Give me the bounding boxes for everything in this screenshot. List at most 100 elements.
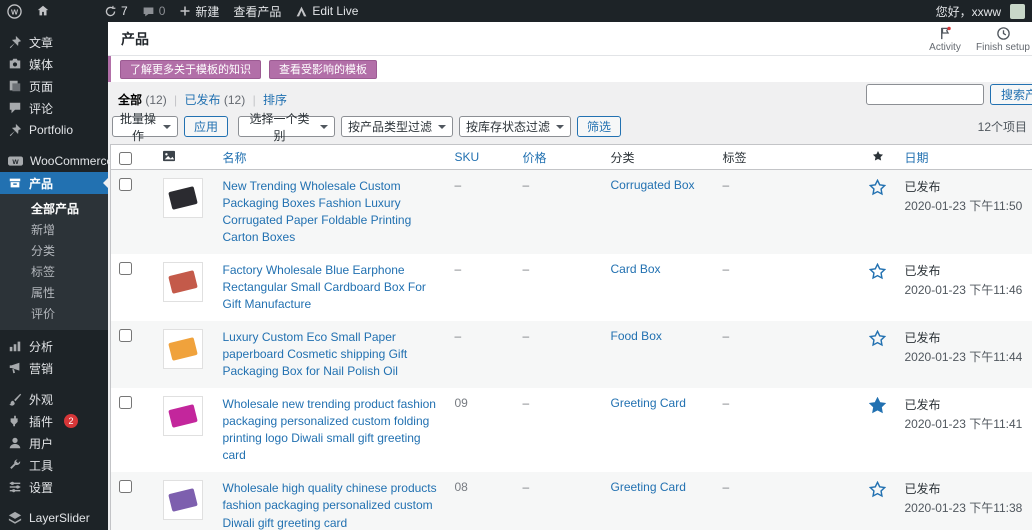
sidebar-item-label: 产品 <box>29 175 53 192</box>
bar-chart-icon <box>8 339 22 353</box>
search-input[interactable] <box>866 84 984 105</box>
learn-more-templates-button[interactable]: 了解更多关于模板的知识 <box>120 60 261 79</box>
sidebar-item-label: 页面 <box>29 78 53 95</box>
featured-star-toggle[interactable] <box>869 263 886 283</box>
sidebar-item-woocommerce[interactable]: W WooCommerce <box>0 150 108 172</box>
row-checkbox[interactable] <box>119 329 132 342</box>
sidebar-item-media[interactable]: 媒体 <box>0 53 108 75</box>
table-row: Wholesale new trending product fashion p… <box>111 388 1032 472</box>
product-title-link[interactable]: Wholesale high quality chinese products … <box>223 480 447 530</box>
date-text: 2020-01-23 下午11:50 <box>905 197 1029 214</box>
sidebar-item-label: 设置 <box>29 479 53 496</box>
category-filter-select[interactable]: 选择一个类别 <box>238 116 335 137</box>
view-all-link[interactable]: 全部 <box>118 93 142 107</box>
product-thumbnail[interactable] <box>163 329 203 369</box>
price-cell: – <box>519 472 607 530</box>
status-text: 已发布 <box>905 396 1029 413</box>
sort-by-sku-header[interactable]: SKU <box>455 150 480 164</box>
category-link[interactable]: Corrugated Box <box>611 178 695 192</box>
view-affected-templates-button[interactable]: 查看受影响的模板 <box>269 60 377 79</box>
edit-live-menu[interactable]: Edit Live <box>288 0 365 22</box>
product-thumbnail[interactable] <box>163 480 203 520</box>
category-link[interactable]: Food Box <box>611 329 662 343</box>
apply-button[interactable]: 应用 <box>184 116 228 137</box>
my-account-menu[interactable]: 您好，xxww <box>929 0 1032 22</box>
status-text: 已发布 <box>905 329 1029 346</box>
row-checkbox[interactable] <box>119 396 132 409</box>
row-checkbox[interactable] <box>119 262 132 275</box>
sidebar-item-layerslider[interactable]: LayerSlider <box>0 507 108 529</box>
sidebar-item-portfolio[interactable]: Portfolio <box>0 119 108 141</box>
submenu-categories[interactable]: 分类 <box>0 240 108 261</box>
product-title-link[interactable]: Factory Wholesale Blue Earphone Rectangu… <box>223 262 447 313</box>
featured-star-toggle[interactable] <box>869 179 886 199</box>
sidebar-item-analytics[interactable]: 分析 <box>0 335 108 357</box>
category-link[interactable]: Card Box <box>611 262 661 276</box>
stock-status-filter-select[interactable]: 按库存状态过滤 <box>459 116 571 137</box>
sidebar-item-comments[interactable]: 评论 <box>0 97 108 119</box>
activity-panel-tab[interactable]: Activity <box>916 24 974 53</box>
bulk-actions-select[interactable]: 批量操作 <box>112 116 178 137</box>
submenu-all-products[interactable]: 全部产品 <box>0 198 108 219</box>
row-checkbox[interactable] <box>119 480 132 493</box>
submenu-reviews[interactable]: 评价 <box>0 303 108 324</box>
sidebar-item-appearance[interactable]: 外观 <box>0 388 108 410</box>
sidebar-item-plugins[interactable]: 插件 2 <box>0 410 108 432</box>
item-count: 12个项目 <box>978 118 1031 135</box>
product-thumbnail[interactable] <box>163 262 203 302</box>
filter-button[interactable]: 筛选 <box>577 116 621 137</box>
view-product-menu[interactable]: 查看产品 <box>226 0 288 22</box>
edit-live-label: Edit Live <box>312 4 358 18</box>
status-text: 已发布 <box>905 480 1029 497</box>
chevron-down-icon <box>438 125 446 133</box>
category-link[interactable]: Greeting Card <box>611 480 686 494</box>
sidebar-item-posts[interactable]: 文章 <box>0 31 108 53</box>
sidebar-item-pages[interactable]: 页面 <box>0 75 108 97</box>
view-published-link[interactable]: 已发布 <box>185 93 221 107</box>
sidebar-item-marketing[interactable]: 营销 <box>0 357 108 379</box>
submenu-tags[interactable]: 标签 <box>0 261 108 282</box>
row-checkbox[interactable] <box>119 178 132 191</box>
product-title-link[interactable]: New Trending Wholesale Custom Packaging … <box>223 178 447 246</box>
product-type-filter-select[interactable]: 按产品类型过滤 <box>341 116 453 137</box>
select-all-checkbox[interactable] <box>119 152 132 165</box>
search-products-button[interactable]: 搜索产品 <box>990 84 1032 105</box>
product-image <box>168 489 198 513</box>
featured-star-toggle[interactable] <box>869 330 886 350</box>
finish-setup-tab[interactable]: Finish setup <box>974 24 1032 53</box>
featured-star-toggle[interactable] <box>869 397 886 417</box>
submenu-add-new[interactable]: 新增 <box>0 219 108 240</box>
new-content-menu[interactable]: 新建 <box>172 0 226 22</box>
comments-menu[interactable]: 0 <box>135 0 173 22</box>
product-type-filter-label: 按产品类型过滤 <box>348 118 432 135</box>
sort-by-date-header[interactable]: 日期 <box>905 151 929 165</box>
sidebar-item-users[interactable]: 用户 <box>0 432 108 454</box>
svg-text:W: W <box>12 159 19 166</box>
sidebar-item-tools[interactable]: 工具 <box>0 454 108 476</box>
price-cell: – <box>519 321 607 388</box>
product-thumbnail[interactable] <box>163 178 203 218</box>
sidebar-item-products[interactable]: 产品 <box>0 172 108 194</box>
featured-star-toggle[interactable] <box>869 481 886 501</box>
plus-icon <box>179 5 191 17</box>
updates-menu[interactable]: 7 <box>97 0 135 22</box>
wordpress-logo-icon[interactable]: W <box>0 0 29 22</box>
view-sort-link[interactable]: 排序 <box>263 93 287 107</box>
activity-tab-label: Activity <box>929 42 961 53</box>
chevron-down-icon <box>163 125 171 133</box>
home-icon[interactable] <box>29 0 57 22</box>
avatar <box>1010 4 1025 19</box>
camera-icon <box>8 57 22 71</box>
product-thumbnail[interactable] <box>163 396 203 436</box>
view-all-count: (12) <box>145 93 166 107</box>
product-title-link[interactable]: Wholesale new trending product fashion p… <box>223 396 447 464</box>
view-product-label: 查看产品 <box>233 3 281 20</box>
sku-cell: 08 <box>451 472 519 530</box>
sidebar-item-settings[interactable]: 设置 <box>0 476 108 498</box>
sidebar-item-label: WooCommerce <box>30 154 113 168</box>
category-link[interactable]: Greeting Card <box>611 396 686 410</box>
submenu-attributes[interactable]: 属性 <box>0 282 108 303</box>
sort-by-name-header[interactable]: 名称 <box>223 151 247 165</box>
product-title-link[interactable]: Luxury Custom Eco Small Paper paperboard… <box>223 329 447 380</box>
sort-by-price-header[interactable]: 价格 <box>523 151 547 165</box>
